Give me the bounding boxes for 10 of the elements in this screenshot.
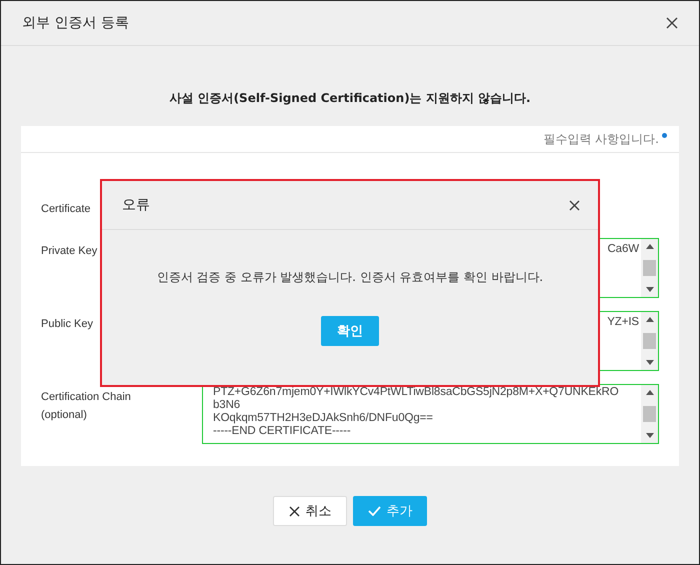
dialog-title: 오류 bbox=[122, 196, 150, 214]
field-label: Certification Chain bbox=[41, 390, 131, 405]
field-label: Certificate bbox=[41, 202, 91, 217]
error-message: 인증서 검증 중 오류가 발생했습니다. 인증서 유효여부를 확인 바랍니다. bbox=[156, 269, 544, 286]
field-note: (optional) bbox=[41, 408, 87, 423]
field-label: Private Key bbox=[41, 244, 98, 259]
notice-text: 사설 인증서(Self-Signed Certification)는 지원하지 않습니다. bbox=[168, 90, 532, 106]
required-note: 필수입력 사항입니다. bbox=[543, 130, 659, 148]
window-title: 외부 인증서 등록 bbox=[22, 14, 129, 32]
field-label: Public Key bbox=[41, 317, 93, 332]
